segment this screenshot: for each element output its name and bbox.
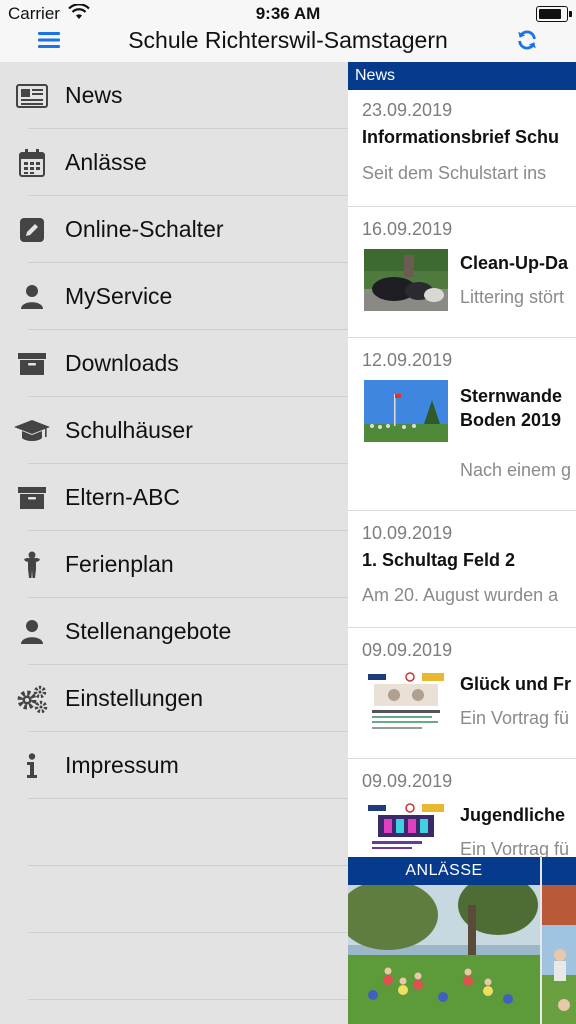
menu-item-ferienplan[interactable]: Ferienplan bbox=[0, 531, 348, 598]
news-title: Glück und Fr bbox=[460, 674, 572, 694]
archive-icon bbox=[14, 480, 50, 516]
events-header-next bbox=[542, 857, 576, 885]
news-date: 12.09.2019 bbox=[362, 350, 453, 370]
news-item[interactable]: 10.09.2019 1. Schultag Feld 2 Am 20. Aug… bbox=[348, 511, 576, 628]
news-subtitle: Am 20. August wurden a bbox=[362, 585, 559, 605]
gears-icon bbox=[14, 681, 50, 717]
news-date: 09.09.2019 bbox=[362, 640, 453, 660]
menu-item-online-schalter[interactable]: Online-Schalter bbox=[0, 196, 348, 263]
newspaper-icon bbox=[14, 78, 50, 114]
refresh-button[interactable] bbox=[514, 18, 540, 62]
news-panel: News 23.09.2019 Informationsbrief Schu S… bbox=[348, 62, 576, 1024]
news-item[interactable]: 09.09.2019 Glück und Fr Ein Vortrag fü bbox=[348, 628, 576, 759]
event-card[interactable] bbox=[542, 885, 576, 1024]
menu-item-label: Anlässe bbox=[65, 149, 147, 175]
page-title: Schule Richterswil-Samstagern bbox=[128, 27, 448, 53]
graduation-cap-icon bbox=[14, 413, 50, 449]
events-header: ANLÄSSE bbox=[348, 857, 540, 885]
news-subtitle: Ein Vortrag fü bbox=[460, 708, 570, 728]
events-section: ANLÄSSE bbox=[348, 857, 576, 1024]
news-title: Jugendliche bbox=[460, 805, 566, 825]
menu-item-einstellungen[interactable]: Einstellungen bbox=[0, 665, 348, 732]
archive-icon bbox=[14, 346, 50, 382]
empty-menu-row bbox=[0, 866, 348, 933]
menu-item-label: Stellenangebote bbox=[65, 618, 232, 644]
news-title: Informationsbrief Schu bbox=[362, 127, 560, 147]
menu-item-label: Ferienplan bbox=[65, 551, 174, 577]
child-icon bbox=[14, 547, 50, 583]
news-section-header: News bbox=[348, 62, 576, 90]
menu-item-impressum[interactable]: Impressum bbox=[0, 732, 348, 799]
menu-item-myservice[interactable]: MyService bbox=[0, 263, 348, 330]
news-date: 16.09.2019 bbox=[362, 219, 453, 239]
news-subtitle: Nach einem g bbox=[460, 460, 572, 480]
menu-item-label: Online-Schalter bbox=[65, 216, 224, 242]
menu-item-news[interactable]: News bbox=[0, 62, 348, 129]
news-item[interactable]: 23.09.2019 Informationsbrief Schu Seit d… bbox=[348, 90, 576, 207]
menu-item-label: MyService bbox=[65, 283, 173, 309]
news-date: 10.09.2019 bbox=[362, 523, 453, 543]
navigation-bar: Schule Richterswil-Samstagern bbox=[0, 26, 576, 63]
info-icon bbox=[14, 748, 50, 784]
menu-item-anlaesse[interactable]: Anlässe bbox=[0, 129, 348, 196]
news-title: Sternwande Boden 2019 bbox=[460, 386, 563, 430]
pencil-square-icon bbox=[14, 212, 50, 248]
menu-item-label: Impressum bbox=[65, 752, 179, 778]
menu-item-stellenangebote[interactable]: Stellenangebote bbox=[0, 598, 348, 665]
menu-item-label: Einstellungen bbox=[65, 685, 204, 711]
user-icon bbox=[14, 279, 50, 315]
menu-item-label: Schulhäuser bbox=[65, 417, 193, 443]
empty-menu-row bbox=[0, 799, 348, 866]
news-thumbnail bbox=[364, 801, 448, 863]
news-list: 23.09.2019 Informationsbrief Schu Seit d… bbox=[348, 90, 576, 890]
news-date: 23.09.2019 bbox=[362, 100, 453, 120]
menu-item-schulhaeuser[interactable]: Schulhäuser bbox=[0, 397, 348, 464]
refresh-icon bbox=[518, 30, 536, 50]
news-thumbnail bbox=[364, 380, 448, 442]
menu-item-label: Downloads bbox=[65, 350, 179, 376]
news-date: 09.09.2019 bbox=[362, 771, 453, 791]
news-subtitle: Littering stört bbox=[460, 287, 565, 307]
calendar-icon bbox=[14, 145, 50, 181]
news-item[interactable]: 12.09.2019 Sternwande Boden 2019 Nach ei… bbox=[348, 338, 576, 511]
user-icon bbox=[14, 614, 50, 650]
news-subtitle: Seit dem Schulstart ins bbox=[362, 163, 547, 183]
event-card[interactable] bbox=[348, 885, 540, 1024]
empty-menu-row bbox=[0, 933, 348, 1000]
news-thumbnail bbox=[364, 249, 448, 311]
news-title: Clean-Up-Da bbox=[460, 253, 569, 273]
menu-item-label: Eltern-ABC bbox=[65, 484, 181, 510]
news-thumbnail bbox=[364, 670, 448, 732]
menu-item-eltern-abc[interactable]: Eltern-ABC bbox=[0, 464, 348, 531]
news-title: 1. Schultag Feld 2 bbox=[362, 550, 516, 570]
menu-item-label: News bbox=[65, 82, 123, 108]
side-menu: News Anlässe Online-Schalter MyService D… bbox=[0, 62, 348, 1024]
news-item[interactable]: 16.09.2019 Clean-Up-Da Littering stört bbox=[348, 207, 576, 338]
menu-item-downloads[interactable]: Downloads bbox=[0, 330, 348, 397]
